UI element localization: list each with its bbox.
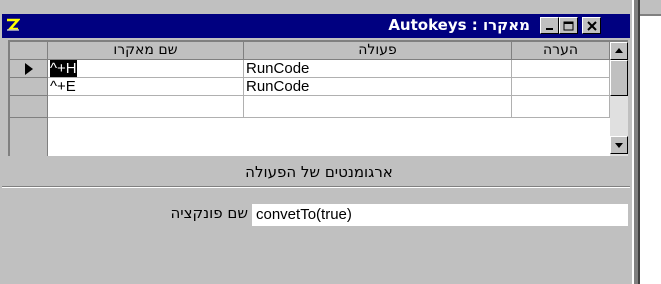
scroll-up-button[interactable]: [610, 42, 628, 60]
maximize-icon: [563, 21, 574, 30]
vertical-scrollbar[interactable]: [610, 42, 628, 156]
table-row-cell-action[interactable]: RunCode: [244, 60, 512, 78]
minimize-icon: [545, 27, 553, 30]
window-frame-shadow-dark: [638, 0, 640, 284]
table-row-cell-macro-name[interactable]: ^+E: [48, 78, 244, 96]
row-selector[interactable]: [10, 78, 48, 96]
table-row-cell-macro-name[interactable]: [48, 96, 244, 118]
window-title: Autokeys : מאקרו: [388, 16, 530, 34]
column-header-action[interactable]: פעולה: [244, 42, 512, 60]
scroll-thumb[interactable]: [610, 60, 628, 96]
column-header-comment[interactable]: הערה: [512, 42, 610, 60]
function-name-field[interactable]: convetTo(true): [252, 204, 628, 226]
row-selector[interactable]: [10, 60, 48, 78]
corner-selector[interactable]: [10, 42, 48, 60]
arrow-down-icon: [615, 143, 623, 148]
action-arguments-heading: ארגומנטים של הפעולה: [245, 163, 393, 181]
macro-grid: שם מאקרו פעולה הערה ^+H RunCode ^+E RunC…: [8, 40, 628, 156]
table-row-cell-action[interactable]: [244, 96, 512, 118]
section-divider: [2, 186, 630, 188]
arrow-up-icon: [615, 48, 623, 53]
scroll-down-button[interactable]: [610, 136, 628, 154]
table-row-cell-comment[interactable]: [512, 78, 610, 96]
column-header-macro-name[interactable]: שם מאקרו: [48, 42, 244, 60]
table-row-cell-comment[interactable]: [512, 60, 610, 78]
maximize-button[interactable]: [559, 17, 578, 34]
macro-window: Autokeys : מאקרו שם מאקרו פעולה הערה ^+H…: [0, 0, 632, 284]
close-button[interactable]: [582, 17, 601, 34]
current-record-arrow-icon: [25, 63, 33, 75]
title-bar[interactable]: Autokeys : מאקרו: [2, 14, 630, 38]
minimize-button[interactable]: [540, 17, 559, 34]
function-name-label: שם פונקציה: [170, 204, 248, 222]
table-row-cell-comment[interactable]: [512, 96, 610, 118]
table-row-cell-action[interactable]: RunCode: [244, 78, 512, 96]
table-row-cell-macro-name[interactable]: ^+H: [48, 60, 244, 78]
close-icon: [586, 20, 597, 31]
macro-name-value: ^+H: [50, 60, 77, 77]
row-selector[interactable]: [10, 96, 48, 118]
access-macro-icon[interactable]: [6, 18, 21, 32]
row-selector[interactable]: [10, 118, 48, 156]
